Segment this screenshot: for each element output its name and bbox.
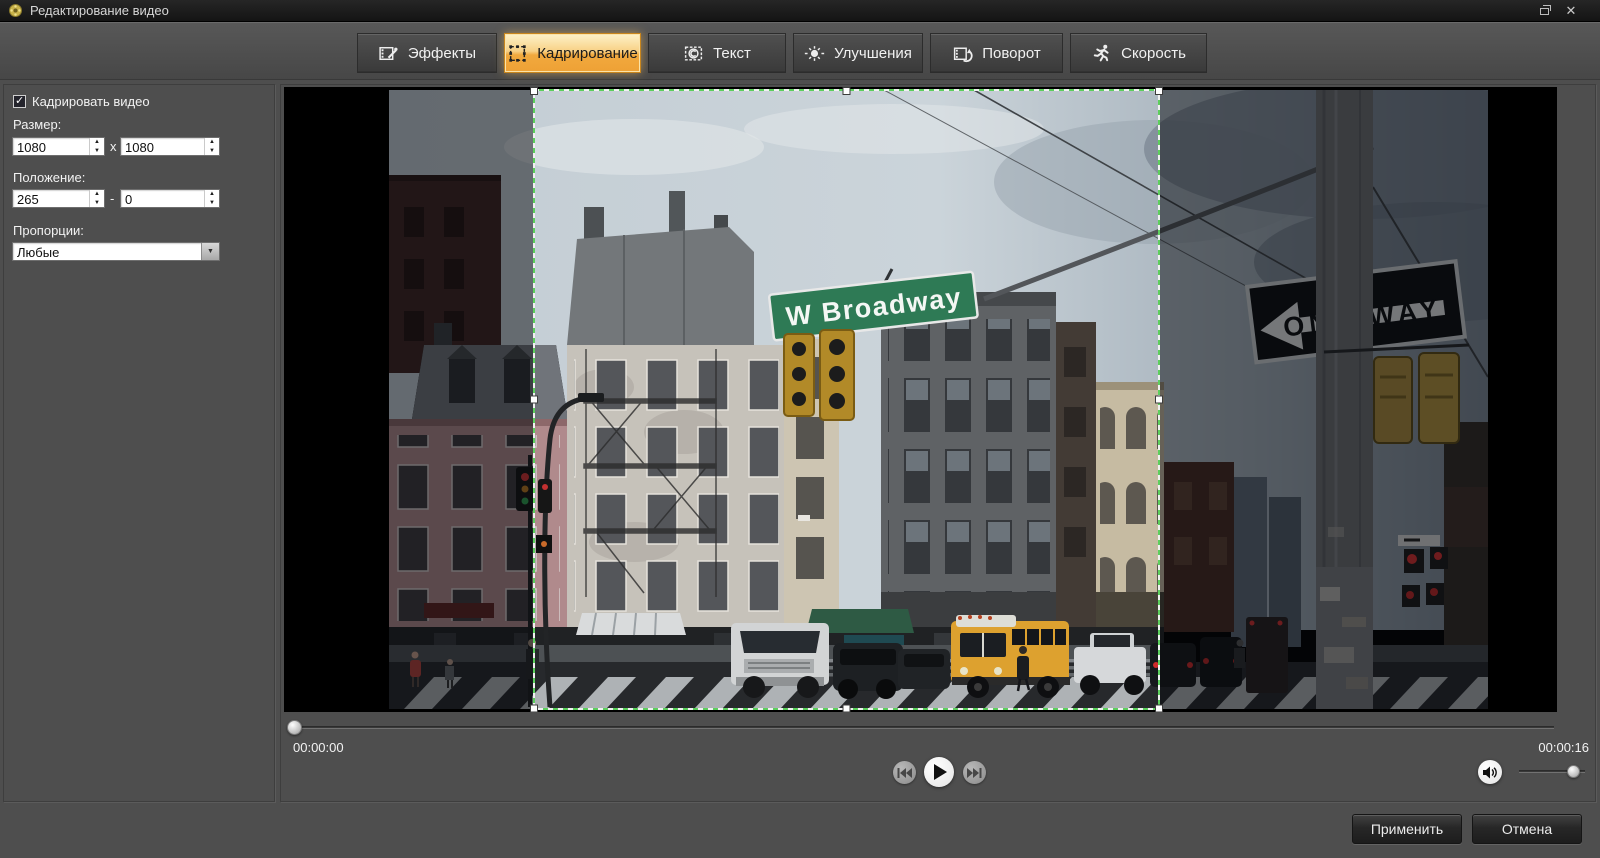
- title-bar: Редактирование видео ✕: [0, 0, 1600, 22]
- tab-text[interactable]: Текст: [648, 33, 786, 73]
- crop-width-increment[interactable]: ▲: [90, 138, 104, 147]
- rotate-icon: [952, 43, 973, 64]
- tab-label: Текст: [713, 45, 751, 62]
- crop-handle-top-left[interactable]: [531, 88, 538, 95]
- video-preview: ONE WAY: [284, 87, 1557, 712]
- speed-icon: [1091, 43, 1112, 64]
- proportions-label: Пропорции:: [13, 223, 84, 238]
- dark-sedan: [898, 649, 950, 689]
- crop-handle-bottom-right[interactable]: [1156, 705, 1163, 712]
- skip-forward-icon: [967, 767, 982, 779]
- text-icon: [683, 43, 704, 64]
- speaker-icon: [1483, 766, 1497, 779]
- crop-height-spinner[interactable]: 1080 ▲ ▼: [120, 137, 220, 156]
- dropdown-arrow-icon[interactable]: ▼: [201, 243, 219, 260]
- tab-label: Поворот: [982, 45, 1041, 62]
- cancel-button[interactable]: Отмена: [1472, 814, 1582, 844]
- size-separator: x: [110, 139, 117, 154]
- skip-back-button[interactable]: [893, 761, 916, 784]
- check-icon: ✓: [15, 94, 24, 107]
- position-y-increment[interactable]: ▲: [205, 190, 219, 199]
- crop-height-increment[interactable]: ▲: [205, 138, 219, 147]
- timeline-thumb[interactable]: [287, 720, 302, 735]
- preview-panel: ONE WAY: [280, 84, 1596, 802]
- tab-crop[interactable]: Кадрирование: [504, 33, 641, 73]
- position-x-spinner[interactable]: 265 ▲ ▼: [12, 189, 105, 208]
- proportions-value: Любые: [17, 245, 59, 260]
- tab-effects[interactable]: Эффекты: [357, 33, 497, 73]
- total-time: 00:00:16: [1538, 740, 1589, 755]
- skip-back-icon: [897, 767, 912, 779]
- crop-video-label: Кадрировать видео: [32, 94, 150, 109]
- toolbar: Эффекты Кадрирование Текст: [0, 22, 1600, 80]
- crop-handle-right-middle[interactable]: [1156, 396, 1163, 403]
- crop-options-panel: ✓ Кадрировать видео Размер: 1080 ▲ ▼ x 1…: [3, 84, 275, 802]
- tab-bar: Эффекты Кадрирование Текст: [357, 33, 1207, 73]
- play-button[interactable]: [924, 757, 954, 787]
- video-frame: ONE WAY: [284, 87, 1557, 712]
- tab-speed[interactable]: Скорость: [1070, 33, 1207, 73]
- building-stone: [881, 292, 1056, 627]
- crop-width-decrement[interactable]: ▼: [90, 147, 104, 156]
- restore-button[interactable]: [1536, 3, 1554, 19]
- position-x-decrement[interactable]: ▼: [90, 199, 104, 208]
- tab-label: Улучшения: [834, 45, 912, 62]
- crop-height-decrement[interactable]: ▼: [205, 147, 219, 156]
- position-label: Положение:: [13, 170, 85, 185]
- volume-thumb[interactable]: [1567, 765, 1580, 778]
- crop-handle-top-middle[interactable]: [843, 88, 850, 95]
- position-y-spinner[interactable]: 0 ▲ ▼: [120, 189, 220, 208]
- position-x-increment[interactable]: ▲: [90, 190, 104, 199]
- crop-handle-top-right[interactable]: [1156, 88, 1163, 95]
- crop-handle-bottom-middle[interactable]: [843, 705, 850, 712]
- crop-handle-bottom-left[interactable]: [531, 705, 538, 712]
- enhance-icon: [804, 43, 825, 64]
- position-x-value[interactable]: 265: [17, 192, 39, 207]
- crop-video-checkbox[interactable]: ✓: [13, 95, 26, 108]
- position-y-decrement[interactable]: ▼: [205, 199, 219, 208]
- app-icon: [8, 3, 23, 18]
- crop-width-value[interactable]: 1080: [17, 140, 46, 155]
- tab-rotate[interactable]: Поворот: [930, 33, 1063, 73]
- position-y-value[interactable]: 0: [125, 192, 132, 207]
- size-label: Размер:: [13, 117, 61, 132]
- crop-handle-left-middle[interactable]: [531, 396, 538, 403]
- position-separator: -: [110, 191, 114, 206]
- volume-button[interactable]: [1478, 760, 1502, 784]
- crop-width-spinner[interactable]: 1080 ▲ ▼: [12, 137, 105, 156]
- crop-height-value[interactable]: 1080: [125, 140, 154, 155]
- effects-icon: [378, 43, 399, 64]
- video-edit-window: Редактирование видео ✕ Эффекты: [0, 0, 1600, 858]
- traffic-signals-center: [784, 330, 854, 420]
- close-button[interactable]: ✕: [1562, 3, 1580, 19]
- play-icon: [934, 764, 948, 780]
- building-cream-right: [1096, 382, 1164, 627]
- window-title: Редактирование видео: [30, 3, 169, 18]
- skip-forward-button[interactable]: [963, 761, 986, 784]
- tab-label: Кадрирование: [537, 45, 637, 62]
- crop-icon: [507, 43, 528, 64]
- current-time: 00:00:00: [293, 740, 344, 755]
- apply-button[interactable]: Применить: [1352, 814, 1462, 844]
- timeline-slider[interactable]: [291, 726, 1554, 729]
- tab-enhance[interactable]: Улучшения: [793, 33, 923, 73]
- proportions-dropdown[interactable]: Любые ▼: [12, 242, 220, 261]
- tab-label: Эффекты: [408, 45, 476, 62]
- tab-label: Скорость: [1121, 45, 1186, 62]
- building-white: [567, 191, 784, 629]
- dark-suv: [833, 643, 903, 699]
